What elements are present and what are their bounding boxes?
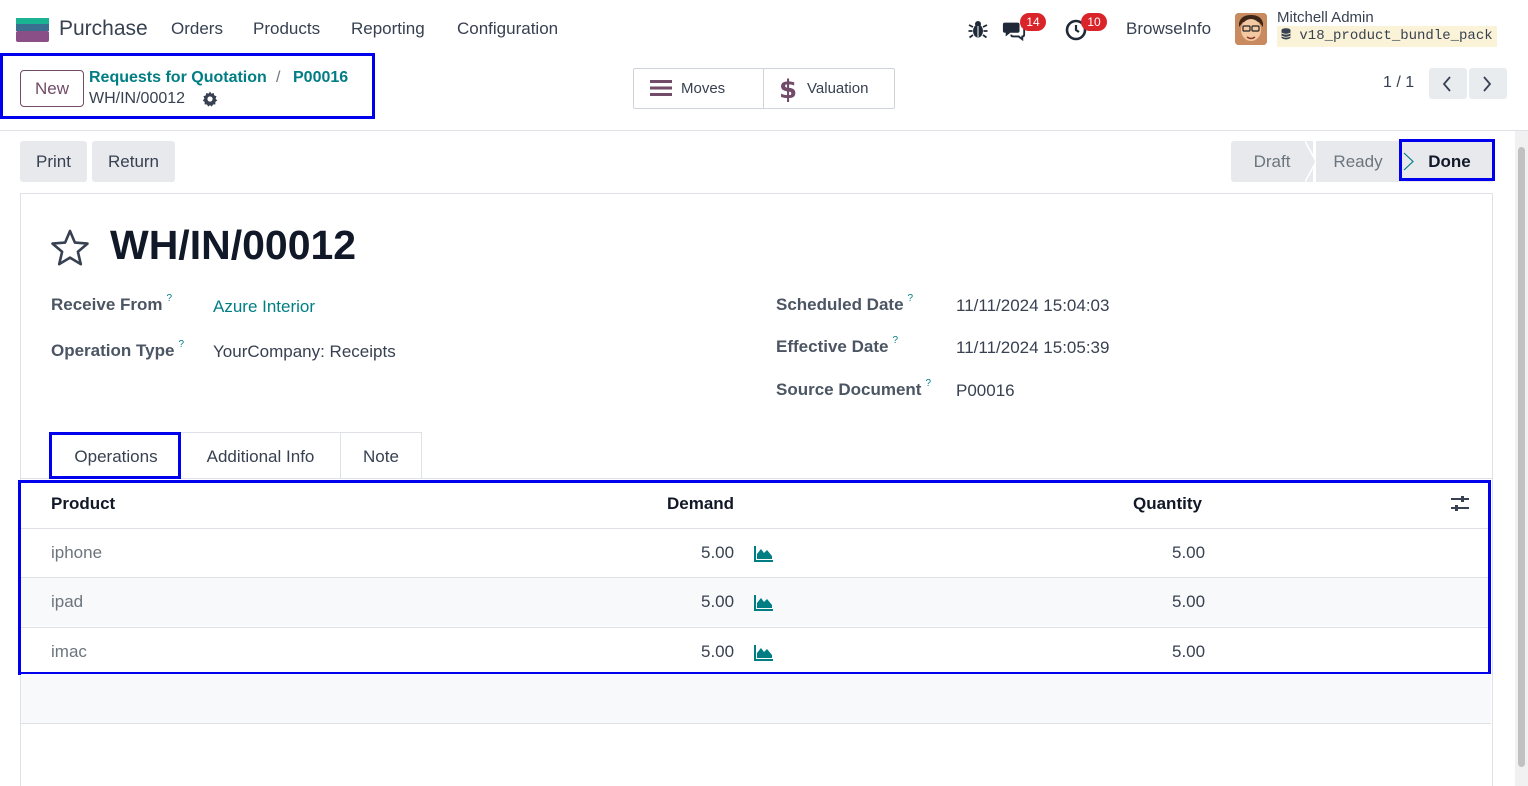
table-empty-row bbox=[21, 674, 1491, 724]
forecast-chart-icon[interactable] bbox=[754, 644, 774, 661]
row-product[interactable]: iphone bbox=[51, 543, 102, 563]
effective-date-value: 11/11/2024 15:05:39 bbox=[956, 338, 1110, 357]
tab-divider bbox=[21, 478, 1492, 479]
tab-note[interactable]: Note bbox=[340, 432, 422, 479]
purchase-app-icon[interactable] bbox=[16, 18, 49, 42]
row-quantity[interactable]: 5.00 bbox=[1172, 642, 1205, 662]
tab-operations[interactable]: Operations bbox=[51, 432, 181, 479]
forecast-chart-icon[interactable] bbox=[754, 545, 774, 562]
app-name[interactable]: Purchase bbox=[59, 17, 148, 41]
database-name: v18_product_bundle_pack bbox=[1299, 28, 1493, 44]
scrollbar-thumb[interactable] bbox=[1518, 147, 1525, 767]
menu-reporting[interactable]: Reporting bbox=[351, 19, 425, 39]
row-product[interactable]: imac bbox=[51, 642, 87, 662]
user-avatar[interactable] bbox=[1235, 13, 1267, 45]
control-panel: New Requests for Quotation / P00016 WH/I… bbox=[0, 53, 1528, 131]
operation-type-value[interactable]: YourCompany: Receipts bbox=[213, 342, 396, 362]
bug-icon[interactable] bbox=[966, 18, 990, 42]
effective-date-label: Effective Date? bbox=[776, 335, 898, 356]
help-tooltip[interactable]: ? bbox=[925, 378, 931, 389]
scheduled-date-label: Scheduled Date? bbox=[776, 293, 914, 314]
pager-next-button[interactable] bbox=[1469, 68, 1507, 99]
source-document-label: Source Document? bbox=[776, 378, 932, 399]
moves-button[interactable]: Moves bbox=[634, 69, 764, 108]
header-product[interactable]: Product bbox=[51, 494, 115, 514]
header-quantity[interactable]: Quantity bbox=[1133, 494, 1202, 514]
gear-icon[interactable] bbox=[202, 91, 218, 107]
dollar-icon: $ bbox=[779, 75, 796, 103]
menu-products[interactable]: Products bbox=[253, 19, 320, 39]
help-tooltip[interactable]: ? bbox=[167, 293, 173, 304]
chevron-left-icon bbox=[1442, 76, 1451, 92]
print-button[interactable]: Print bbox=[20, 141, 87, 182]
chevron-right-icon bbox=[1483, 76, 1492, 92]
help-tooltip[interactable]: ? bbox=[908, 293, 914, 304]
help-tooltip[interactable]: ? bbox=[178, 339, 184, 350]
stage-arrow bbox=[1403, 152, 1414, 171]
header-demand[interactable]: Demand bbox=[667, 494, 734, 514]
new-button[interactable]: New bbox=[20, 70, 84, 107]
activities-badge: 10 bbox=[1081, 13, 1107, 31]
svg-text:$: $ bbox=[779, 75, 796, 103]
scrollbar[interactable] bbox=[1515, 131, 1528, 786]
stage-ready[interactable]: Ready bbox=[1316, 141, 1400, 182]
messages-badge: 14 bbox=[1020, 13, 1046, 31]
source-document-value[interactable]: P00016 bbox=[956, 381, 1015, 401]
row-product[interactable]: ipad bbox=[51, 592, 83, 612]
help-tooltip[interactable]: ? bbox=[892, 335, 898, 346]
valuation-button[interactable]: $ Valuation bbox=[764, 69, 894, 108]
receive-from-value[interactable]: Azure Interior bbox=[213, 297, 315, 317]
row-demand: 5.00 bbox=[701, 642, 735, 661]
breadcrumb-po[interactable]: P00016 bbox=[293, 69, 348, 87]
stage-draft[interactable]: Draft bbox=[1231, 141, 1313, 182]
pager-previous-button[interactable] bbox=[1429, 68, 1467, 99]
list-icon bbox=[650, 80, 672, 96]
top-navbar: Purchase Orders Products Reporting Confi… bbox=[0, 0, 1528, 57]
row-quantity[interactable]: 5.00 bbox=[1172, 592, 1205, 612]
breadcrumb-current: WH/IN/00012 bbox=[89, 90, 186, 107]
pager-value[interactable]: 1 / 1 bbox=[1383, 74, 1414, 92]
forecast-chart-icon[interactable] bbox=[754, 594, 774, 611]
smart-buttons: Moves $ Valuation bbox=[633, 68, 895, 109]
table-row[interactable]: ipad 5.00 5.00 bbox=[21, 577, 1488, 626]
tab-additional-info[interactable]: Additional Info bbox=[181, 432, 341, 479]
database-icon bbox=[1281, 28, 1291, 40]
company-switcher[interactable]: BrowseInfo bbox=[1126, 19, 1211, 39]
scheduled-date-value[interactable]: 11/11/2024 15:04:03 bbox=[956, 296, 1109, 316]
star-icon[interactable] bbox=[50, 228, 90, 268]
optional-columns-icon[interactable] bbox=[1450, 495, 1470, 513]
record-title: WH/IN/00012 bbox=[110, 222, 357, 268]
table-row[interactable]: imac 5.00 5.00 bbox=[21, 627, 1488, 673]
return-button[interactable]: Return bbox=[92, 141, 175, 182]
status-bar: Print Return Draft Ready Done bbox=[0, 131, 1515, 193]
user-name[interactable]: Mitchell Admin bbox=[1277, 9, 1374, 26]
receive-from-label: Receive From? bbox=[51, 293, 173, 314]
valuation-label: Valuation bbox=[807, 80, 869, 97]
database-tag: v18_product_bundle_pack bbox=[1277, 26, 1497, 47]
menu-orders[interactable]: Orders bbox=[171, 19, 223, 39]
table-row[interactable]: iphone 5.00 5.00 bbox=[21, 528, 1488, 577]
row-demand: 5.00 bbox=[701, 543, 735, 562]
breadcrumb-separator: / bbox=[276, 69, 281, 86]
menu-configuration[interactable]: Configuration bbox=[457, 19, 558, 39]
row-quantity[interactable]: 5.00 bbox=[1172, 543, 1205, 563]
moves-label: Moves bbox=[681, 80, 726, 97]
operation-type-label: Operation Type? bbox=[51, 339, 184, 360]
breadcrumb-rfq[interactable]: Requests for Quotation bbox=[89, 69, 267, 87]
row-demand: 5.00 bbox=[701, 592, 735, 611]
